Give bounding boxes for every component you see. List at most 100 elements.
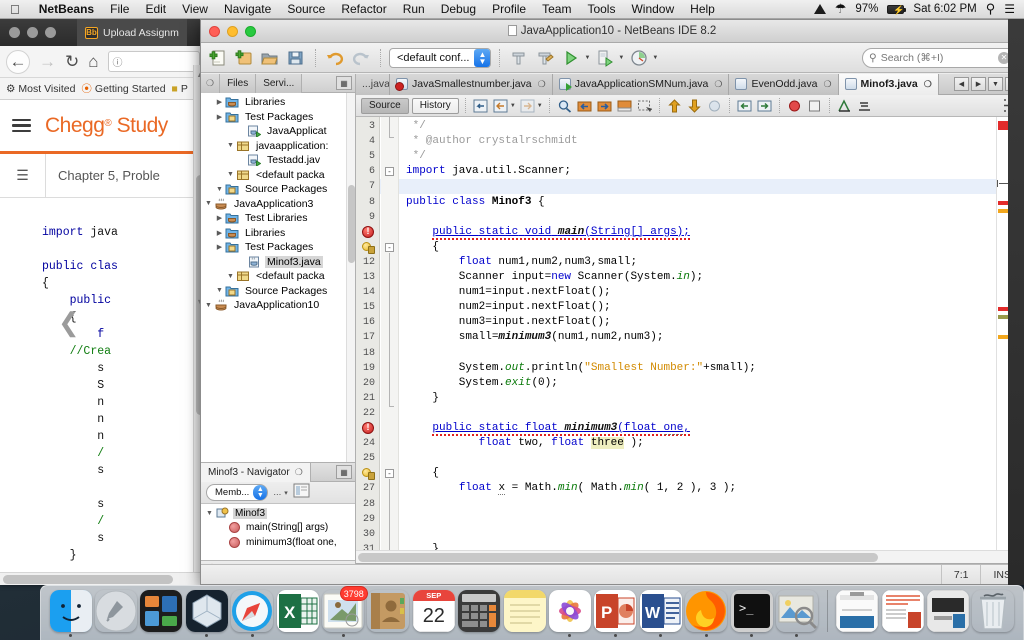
menu-refactor[interactable]: Refactor [333, 2, 394, 16]
triangle-icon[interactable] [813, 4, 826, 14]
code-line[interactable]: small=minimum3(num1,num2,num3); [406, 330, 664, 345]
dock-item-preview[interactable] [775, 588, 818, 637]
dock-item-photos[interactable] [548, 588, 591, 637]
chevron-right-icon[interactable]: ▶ [214, 214, 225, 222]
mac-dock[interactable]: X 3798 SEP 22 P W >_ [40, 585, 1024, 640]
home-icon[interactable]: ⌂ [88, 53, 98, 70]
code-line[interactable]: System.out.println("Smallest Number:"+sm… [406, 361, 756, 376]
bookmark-getting-started[interactable]: ⦿ Getting Started [81, 81, 165, 96]
dock-item-calendar[interactable]: SEP 22 [412, 588, 455, 637]
shift-line-icon[interactable] [706, 97, 723, 114]
firefox-horizontal-scrollbar[interactable] [0, 572, 206, 585]
browser-tab[interactable]: Bb Upload Assignm [77, 19, 187, 46]
code-line[interactable]: Scanner input=new Scanner(System.in); [406, 270, 703, 285]
back-arrow-icon[interactable]: ← [6, 49, 30, 74]
menu-run[interactable]: Run [395, 2, 433, 16]
tab-history[interactable]: History [411, 97, 459, 114]
tree-node[interactable]: ▼ javaapplication: [201, 139, 355, 154]
chevron-down-icon[interactable]: ▼ [510, 103, 516, 109]
scroll-thumb[interactable] [358, 553, 878, 562]
tab-files[interactable]: Files [220, 73, 257, 93]
code-line[interactable]: num3=input.nextFloat(); [406, 315, 611, 330]
build-project-icon[interactable] [508, 47, 530, 69]
undo-icon[interactable] [324, 47, 346, 69]
projects-tree[interactable]: ▶ Libraries ▶ Test Packages JavaApplicat ▼ jav… [201, 93, 355, 462]
debug-project-icon[interactable] [594, 47, 616, 69]
netbeans-toolbar[interactable]: <default conf... ▲ ▼ ▼ ▼ ▼ ⚲ Search (⌘+I… [201, 43, 1023, 73]
navigator-secondary-dropdown[interactable]: ... ▾ [273, 484, 287, 501]
minimize-window-icon[interactable]: ▦ [336, 76, 352, 90]
menu-profile[interactable]: Profile [484, 2, 534, 16]
navigator-tabstrip[interactable]: Minof3 - Navigator ❍ ▦ [201, 462, 355, 482]
chevron-down-icon[interactable]: ▼ [203, 302, 214, 309]
chevron-right-icon[interactable]: ▶ [214, 229, 225, 237]
scroll-left-icon[interactable]: ◀ [954, 77, 969, 91]
editor-tab[interactable]: Minof3.java ❍ [838, 73, 939, 95]
scroll-right-icon[interactable]: ▶ [971, 77, 986, 91]
dock-minimized-document-2[interactable] [881, 588, 924, 637]
chevron-down-icon[interactable]: ▼ [652, 55, 658, 61]
dock-item-calculator[interactable] [458, 588, 501, 637]
dock-item-mission-control[interactable] [140, 588, 183, 637]
next-error-icon[interactable] [686, 97, 703, 114]
editor-tab[interactable]: EvenOdd.java ❍ [729, 73, 839, 95]
dock-item-excel[interactable]: X [276, 588, 319, 637]
error-icon[interactable] [362, 422, 374, 434]
redo-icon[interactable] [350, 47, 372, 69]
collapse-chevron-icon[interactable]: ❮ [58, 307, 80, 338]
tab-projects[interactable]: ❍ [201, 73, 221, 93]
zoom-button[interactable] [45, 27, 56, 38]
tab-list-icon[interactable]: ▼ [988, 77, 1003, 91]
dock-minimized-document-3[interactable] [926, 588, 970, 637]
toggle-bookmark-icon[interactable] [616, 97, 633, 114]
hint-bulb-icon[interactable] [362, 241, 375, 254]
editor-tab[interactable]: ...java [356, 73, 390, 95]
chevron-right-icon[interactable]: ▶ [214, 243, 225, 251]
tree-node[interactable]: ▼ <default packa [201, 168, 355, 183]
dock-item-firefox[interactable] [684, 588, 727, 637]
projects-tabstrip[interactable]: ❍ Files Servi... ▦ [201, 73, 355, 93]
tree-node[interactable]: ▶ Libraries [201, 226, 355, 241]
forward-arrow-icon[interactable]: → [39, 53, 56, 70]
toggle-rectangular-selection-icon[interactable] [636, 97, 653, 114]
chevron-down-icon[interactable]: ▼ [225, 171, 236, 178]
tree-node[interactable]: ▶ Test Packages [201, 240, 355, 255]
tab-services[interactable]: Servi... [256, 73, 303, 93]
navigator-toolbar[interactable]: Memb... ▲ ▼ ... ▾ [201, 482, 355, 504]
search-input[interactable]: ⚲ Search (⌘+I) ✕ [862, 47, 1017, 68]
code-line[interactable]: public static void main(String[] args); [406, 225, 690, 240]
fold-toggle-icon[interactable]: - [385, 167, 394, 177]
navigator-members-list[interactable]: ▼ Minof3 main(String[] args) minimum3(float… [201, 504, 355, 560]
code-line[interactable]: { [406, 466, 439, 481]
code-line[interactable]: num1=input.nextFloat(); [406, 285, 611, 300]
code-folding-column[interactable]: - - - [381, 117, 399, 563]
tree-node[interactable]: ▼ JavaApplication3 [201, 197, 355, 212]
hint-bulb-icon[interactable] [362, 468, 375, 481]
code-line[interactable]: float x = Math.min( Math.min( 1, 2 ), 3 … [406, 481, 736, 496]
toggle-breakpoint-icon[interactable] [786, 97, 803, 114]
tree-node[interactable]: ▶ Test Packages [201, 110, 355, 125]
code-line[interactable]: public static float minimum3(float one, [406, 421, 690, 436]
spotlight-search-icon[interactable]: ⚲ [986, 1, 996, 17]
close-icon[interactable]: ❍ [295, 467, 303, 478]
notification-center-icon[interactable]: ☰ [1004, 2, 1015, 16]
mac-menubar[interactable]:  NetBeans File Edit View Navigate Sourc… [0, 0, 1024, 19]
editor-tab[interactable]: JavaSmallestnumber.java ❍ [390, 73, 553, 95]
dock-item-terminal[interactable]: >_ [730, 588, 773, 637]
editor-tab[interactable]: JavaApplicationSMNum.java ❍ [552, 73, 730, 95]
close-icon[interactable]: ❍ [823, 79, 831, 90]
tree-node[interactable]: Minof3.java [201, 255, 355, 270]
editor-toolbar[interactable]: Source History ▼ ▼ [356, 95, 1023, 117]
chevron-updown-icon[interactable]: ▲ ▼ [474, 48, 491, 67]
firefox-window[interactable]: Bb Upload Assignm ← → ↻ ⌂ ⓘ ⚙ Most Visit… [0, 19, 206, 585]
stop-icon[interactable] [806, 97, 823, 114]
tree-node[interactable]: Testadd.jav [201, 153, 355, 168]
chevron-down-icon[interactable]: ▼ [225, 273, 236, 280]
error-icon[interactable] [362, 225, 374, 238]
tree-node[interactable]: ▼ Source Packages [201, 182, 355, 197]
new-project-icon[interactable] [233, 47, 255, 69]
menu-help[interactable]: Help [682, 2, 723, 16]
dock-item-contacts[interactable] [367, 588, 410, 637]
code-line[interactable]: */ [406, 149, 426, 164]
chevron-down-icon[interactable]: ▼ [537, 103, 543, 109]
